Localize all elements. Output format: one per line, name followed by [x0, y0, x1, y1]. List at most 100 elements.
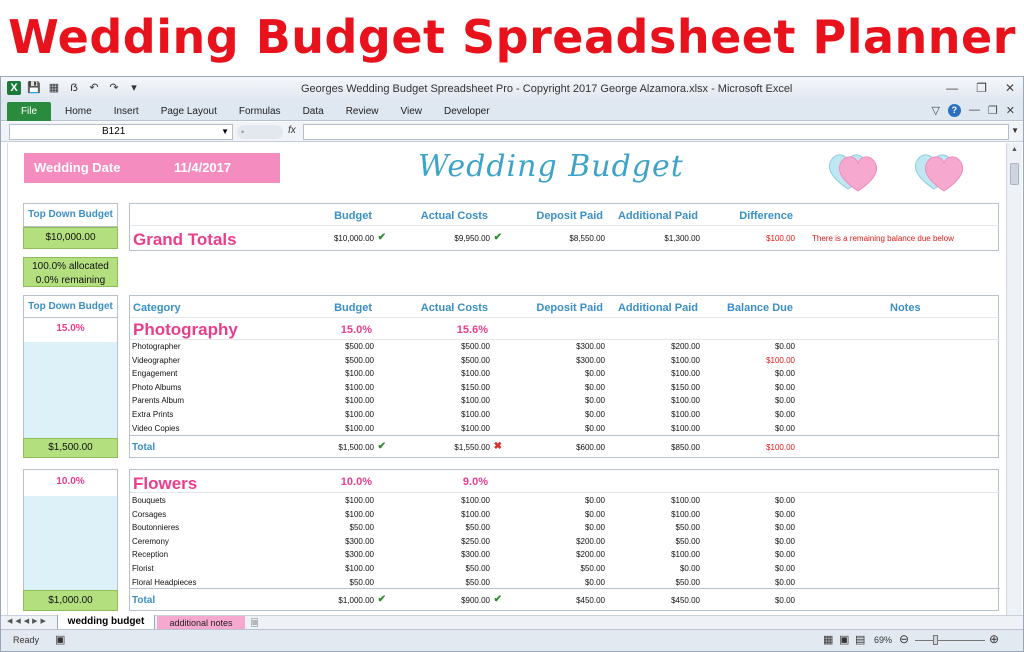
excel-window: X 💾 ▦ ẞ ↶ ↷ ▾ Georges Wedding Budget Spr…	[0, 76, 1024, 652]
header-budget: Budget	[334, 302, 372, 314]
photography-total-balance: $100.00	[766, 443, 795, 452]
table-row[interactable]: Video Copies $100.00 $100.00 $0.00 $100.00 $0…	[130, 423, 1000, 436]
row-cell: $300.00	[576, 342, 605, 351]
page-break-view-icon[interactable]: ▤	[855, 633, 865, 646]
check-icon: ✔	[493, 594, 502, 605]
minimize-icon[interactable]: —	[946, 81, 958, 95]
flowers-left-total[interactable]: $1,000.00	[23, 590, 118, 611]
table-row[interactable]: Extra Prints $100.00 $100.00 $0.00 $100.00 $0…	[130, 409, 1000, 422]
wedding-date-box: Wedding Date 11/4/2017	[24, 153, 280, 183]
vertical-scrollbar[interactable]: ▲	[1006, 143, 1022, 615]
find-icon[interactable]: ẞ	[67, 81, 81, 95]
wedding-date-value[interactable]: 11/4/2017	[174, 153, 231, 183]
hearts-icon	[828, 154, 878, 192]
redo-icon[interactable]: ↷	[107, 81, 121, 95]
help-icon[interactable]: ?	[947, 104, 961, 117]
form-icon[interactable]: ▦	[47, 81, 61, 95]
flowers-table: Flowers 10.0% 9.0% Bouquets $100.00 $100.0…	[129, 469, 1000, 611]
photography-summary: Top Down Budget 15.0% $1,500.00	[23, 295, 118, 458]
zoom-slider-thumb[interactable]	[933, 635, 938, 645]
tab-data[interactable]: Data	[303, 106, 324, 117]
excel-icon: X	[7, 81, 21, 95]
tab-home[interactable]: Home	[65, 106, 92, 117]
page-layout-view-icon[interactable]: ▣	[839, 633, 849, 646]
row-item-name: Boutonnieres	[132, 523, 180, 533]
sheet-tab-wedding-budget[interactable]: wedding budget	[57, 615, 155, 630]
allocation-box: 100.0% allocated 0.0% remaining	[23, 257, 118, 287]
remaining-text: 0.0% remaining	[35, 275, 106, 286]
grand-additional: $1,300.00	[664, 234, 700, 243]
zoom-level[interactable]: 69%	[874, 635, 892, 645]
balance-note: There is a remaining balance due below	[812, 234, 954, 243]
minimize-ribbon-icon[interactable]: ▽	[931, 104, 939, 117]
row-cell: $0.00	[774, 496, 795, 505]
row-cell: $0.00	[584, 369, 605, 379]
table-row[interactable]: Parents Album $100.00 $100.00 $0.00 $100.00 $…	[130, 395, 1000, 408]
undo-icon[interactable]: ↶	[87, 81, 101, 95]
flowers-budget-pct: 10.0%	[340, 476, 372, 488]
save-icon[interactable]: 💾	[27, 81, 41, 95]
tab-insert[interactable]: Insert	[114, 106, 139, 117]
zoom-in-icon[interactable]: ⊕	[989, 632, 999, 646]
name-box[interactable]: B121 ▼	[9, 124, 233, 140]
worksheet[interactable]: Wedding Date 11/4/2017 Wedding Budget To…	[7, 143, 1005, 615]
hearts-icon	[914, 154, 964, 192]
tab-review[interactable]: Review	[346, 106, 379, 117]
row-cell: $100.00	[345, 423, 374, 433]
row-cell: $100.00	[345, 410, 374, 419]
table-row[interactable]: Corsages $100.00 $100.00 $0.00 $100.00 $0.00	[130, 509, 1000, 522]
table-row[interactable]: Boutonnieres $50.00 $50.00 $0.00 $50.00 $0.00	[130, 522, 1000, 535]
tab-view[interactable]: View	[400, 106, 422, 117]
photography-title: Photography	[133, 320, 238, 339]
row-cell: $100.00	[671, 396, 700, 406]
flowers-title: Flowers	[133, 474, 198, 493]
flowers-total-actual: $900.00	[461, 596, 490, 605]
zoom-out-icon[interactable]: ⊖	[899, 632, 909, 646]
tab-developer[interactable]: Developer	[444, 106, 490, 117]
row-cell: $500.00	[345, 355, 374, 365]
doc-minimize-icon[interactable]: —	[969, 104, 980, 117]
row-cell: $50.00	[465, 523, 490, 533]
photography-left-total[interactable]: $1,500.00	[23, 438, 118, 458]
header-actual-costs: Actual Costs	[420, 302, 488, 314]
zoom-slider[interactable]	[915, 640, 985, 641]
formula-input[interactable]	[303, 124, 1009, 140]
macro-record-icon[interactable]: ▣	[55, 633, 65, 646]
table-row[interactable]: Photographer $500.00 $500.00 $300.00 $200.00…	[130, 341, 1000, 354]
top-down-value[interactable]: $10,000.00	[23, 227, 118, 249]
photography-budget-pct: 15.0%	[340, 324, 372, 336]
row-cell: $100.00	[671, 423, 700, 433]
table-row[interactable]: Engagement $100.00 $100.00 $0.00 $100.00 $0.0…	[130, 368, 1000, 381]
tab-formulas[interactable]: Formulas	[239, 106, 281, 117]
normal-view-icon[interactable]: ▦	[823, 633, 833, 646]
restore-icon[interactable]: ❐	[976, 81, 987, 95]
table-row[interactable]: Ceremony $300.00 $250.00 $200.00 $50.00 $0.00	[130, 536, 1000, 549]
sheet-nav-arrows-icon[interactable]: ◀◀◀▶▶	[7, 617, 49, 625]
scroll-thumb[interactable]	[1010, 163, 1019, 185]
doc-close-icon[interactable]: ✕	[1006, 104, 1015, 117]
banner-title: Wedding Budget Spreadsheet Planner	[8, 10, 1016, 64]
tab-page-layout[interactable]: Page Layout	[161, 106, 217, 117]
row-cell: $0.00	[679, 564, 700, 573]
table-row[interactable]: Florist $100.00 $50.00 $50.00 $0.00 $0.00	[130, 563, 1000, 576]
expand-formula-icon[interactable]: ▼	[1011, 126, 1019, 135]
row-cell: $100.00	[461, 396, 490, 406]
row-cell: $0.00	[774, 396, 795, 406]
formula-bar: B121 ▼ • fx ▼	[1, 122, 1023, 142]
table-row[interactable]: Photo Albums $100.00 $150.00 $0.00 $150.00 $0…	[130, 382, 1000, 395]
table-row[interactable]: Videographer $500.00 $500.00 $300.00 $100.00…	[130, 355, 1000, 368]
ribbon-tabs: File Home Insert Page Layout Formulas Da…	[1, 101, 1023, 121]
doc-restore-icon[interactable]: ❐	[988, 104, 998, 117]
row-cell: $300.00	[345, 550, 374, 560]
chevron-down-icon[interactable]: ▼	[221, 125, 229, 139]
scroll-up-icon[interactable]: ▲	[1011, 146, 1018, 153]
table-row[interactable]: Reception $300.00 $300.00 $200.00 $100.00 $0.…	[130, 549, 1000, 562]
row-cell: $100.00	[461, 423, 490, 433]
insert-function-icon[interactable]: fx	[288, 125, 296, 136]
tab-file[interactable]: File	[7, 102, 51, 121]
top-down-label: Top Down Budget	[28, 209, 113, 220]
close-icon[interactable]: ✕	[1005, 81, 1015, 95]
customize-qat-icon[interactable]: ▾	[127, 81, 141, 95]
table-row[interactable]: Bouquets $100.00 $100.00 $0.00 $100.00 $0.00	[130, 495, 1000, 508]
sheet-tab-additional-notes[interactable]: additional notes	[157, 616, 245, 630]
